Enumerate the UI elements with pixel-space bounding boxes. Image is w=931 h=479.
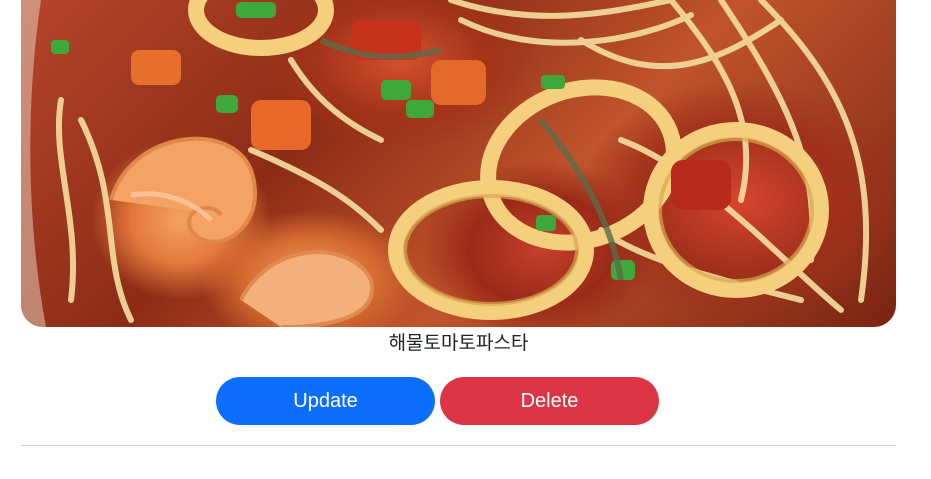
update-button[interactable]: Update	[216, 377, 435, 425]
dish-name: 해물토마토파스타	[388, 332, 529, 354]
dish-photo	[21, 0, 896, 327]
action-buttons: Update Delete	[216, 377, 659, 425]
delete-button[interactable]: Delete	[440, 377, 659, 425]
post-card: 해물토마토파스타	[21, 0, 896, 357]
divider	[21, 445, 896, 446]
pasta-illustration	[21, 0, 870, 327]
